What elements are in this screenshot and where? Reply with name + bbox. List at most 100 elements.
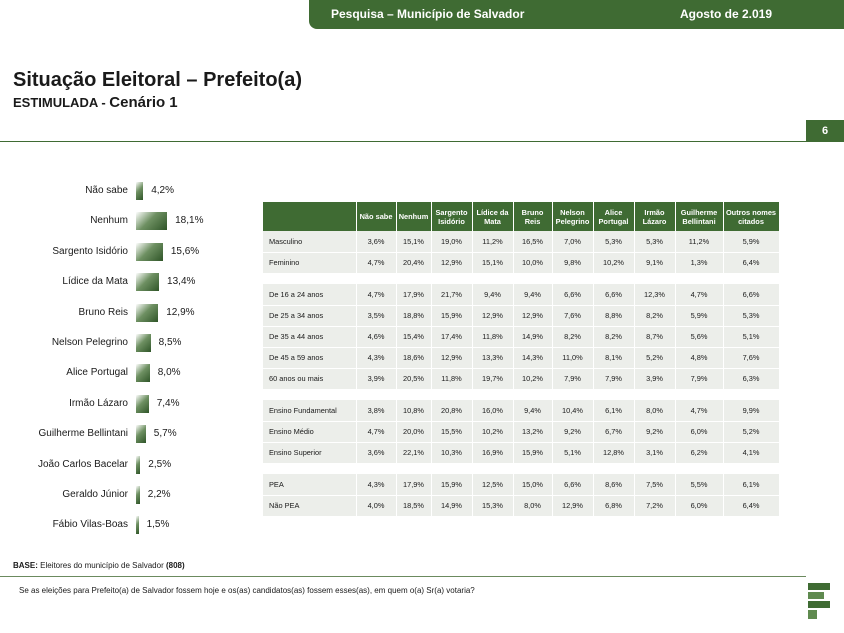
bar-row: Geraldo Júnior 2,2% — [0, 484, 240, 508]
column-header: Outros nomes citados — [723, 202, 780, 231]
table-cell: 7,9% — [552, 368, 594, 390]
bar-value-label: 5,7% — [153, 428, 177, 440]
bar-row: João Carlos Bacelar 2,5% — [0, 454, 240, 478]
table-cell: 5,1% — [723, 326, 780, 348]
table-cell: 4,3% — [356, 347, 397, 369]
table-cell: 4,1% — [723, 442, 780, 464]
column-header: Irmão Lázaro — [634, 202, 676, 231]
column-header: Lídice da Mata — [472, 202, 514, 231]
table-cell: 15,9% — [513, 442, 553, 464]
table-cell: 3,9% — [634, 368, 676, 390]
table-cell: 17,9% — [396, 474, 432, 496]
row-label: Ensino Superior — [263, 442, 357, 464]
column-header: Guilherme Bellintani — [675, 202, 724, 231]
table-row: Feminino 4,7% 20,4% 12,9% 15,1% 10,0% 9,8% 10,2… — [263, 252, 780, 274]
table-cell: 4,6% — [356, 326, 397, 348]
company-logo-icon — [808, 583, 830, 619]
table-cell: 19,0% — [431, 231, 473, 253]
table-cell: 10,2% — [472, 421, 514, 443]
table-cell: 7,9% — [593, 368, 635, 390]
table-cell: 10,2% — [513, 368, 553, 390]
group-spacer — [263, 389, 779, 400]
table-cell: 9,9% — [723, 400, 780, 422]
table-cell: 4,7% — [356, 252, 397, 274]
table-row: Não PEA 4,0% 18,5% 14,9% 15,3% 8,0% 12,9% 6,8% 7… — [263, 495, 780, 517]
table-cell: 11,8% — [472, 326, 514, 348]
table-cell: 8,0% — [513, 495, 553, 517]
table-cell: 5,2% — [723, 421, 780, 443]
page-subtitle: ESTIMULADA - Cenário 1 — [13, 94, 178, 111]
header-bar: Pesquisa – Município de Salvador Agosto … — [309, 0, 844, 29]
table-cell: 6,6% — [593, 284, 635, 306]
bar-row: Não sabe 4,2% — [0, 180, 240, 204]
row-label: Não PEA — [263, 495, 357, 517]
column-header: Sargento Isidório — [431, 202, 473, 231]
table-cell: 8,7% — [634, 326, 676, 348]
table-cell: 16,5% — [513, 231, 553, 253]
table-cell: 10,3% — [431, 442, 473, 464]
table-cell: 17,4% — [431, 326, 473, 348]
table-cell: 20,8% — [431, 400, 473, 422]
bar-row: Alice Portugal 8,0% — [0, 362, 240, 386]
table-row: De 16 a 24 anos 4,7% 17,9% 21,7% 9,4% 9,4% 6,6… — [263, 284, 780, 306]
table-cell: 12,8% — [593, 442, 635, 464]
table-cell: 21,7% — [431, 284, 473, 306]
bar-category-label: Nenhum — [90, 215, 128, 227]
table-cell: 18,6% — [396, 347, 432, 369]
table-row: Ensino Fundamental 3,8% 10,8% 20,8% 16,0% 9,4… — [263, 400, 780, 422]
bar — [136, 212, 168, 231]
row-label: Masculino — [263, 231, 357, 253]
table-cell: 5,3% — [723, 305, 780, 327]
base-label: BASE: — [13, 561, 38, 570]
table-cell: 15,9% — [431, 305, 473, 327]
table-cell: 17,9% — [396, 284, 432, 306]
table-cell: 14,9% — [431, 495, 473, 517]
table-cell: 6,4% — [723, 495, 780, 517]
table-cell: 9,1% — [634, 252, 676, 274]
table-cell: 8,2% — [634, 305, 676, 327]
table-cell: 6,3% — [723, 368, 780, 390]
bar-value-label: 8,5% — [158, 337, 182, 348]
table-cell: 5,9% — [723, 231, 780, 253]
bar-value-label: 13,4% — [167, 276, 196, 288]
table-cell: 13,2% — [513, 421, 553, 443]
table-cell: 6,0% — [675, 495, 724, 517]
table-cell: 4,7% — [356, 421, 397, 443]
table-cell: 15,4% — [396, 326, 432, 348]
crosstab-corner — [263, 202, 357, 231]
survey-date: Agosto de 2.019 — [679, 7, 772, 21]
table-cell: 15,9% — [431, 474, 473, 496]
table-cell: 8,8% — [593, 305, 635, 327]
bar — [136, 273, 160, 292]
table-cell: 12,9% — [431, 347, 473, 369]
table-cell: 20,5% — [396, 368, 432, 390]
survey-title: Pesquisa – Município de Salvador — [331, 7, 525, 21]
table-cell: 8,6% — [593, 474, 635, 496]
row-label: PEA — [263, 474, 357, 496]
base-count: (808) — [165, 561, 185, 570]
group-spacer — [263, 273, 779, 284]
bar-category-label: Fábio Vilas-Boas — [52, 519, 128, 531]
footer-rule — [0, 576, 806, 577]
bar-category-label: João Carlos Bacelar — [37, 458, 128, 470]
row-label: Feminino — [263, 252, 357, 274]
table-cell: 15,0% — [513, 474, 553, 496]
table-cell: 7,6% — [552, 305, 594, 327]
bar — [136, 364, 150, 383]
row-label: Ensino Médio — [263, 421, 357, 443]
table-cell: 15,5% — [431, 421, 473, 443]
bar-category-label: Irmão Lázaro — [69, 397, 128, 409]
table-cell: 7,5% — [634, 474, 676, 496]
table-cell: 7,6% — [723, 347, 780, 369]
table-cell: 11,8% — [431, 368, 473, 390]
crosstab-table: Não sabe Nenhum Sargento Isidório Lídice da… — [263, 202, 780, 517]
table-cell: 4,7% — [356, 284, 397, 306]
table-cell: 9,4% — [472, 284, 514, 306]
table-cell: 6,8% — [593, 495, 635, 517]
bar-value-label: 4,2% — [151, 185, 175, 196]
group-spacer-cell — [263, 389, 779, 400]
column-header: Não sabe — [356, 202, 397, 231]
bar-category-label: Guilherme Bellintani — [38, 428, 129, 440]
table-cell: 12,9% — [552, 495, 594, 517]
table-cell: 12,9% — [513, 305, 553, 327]
